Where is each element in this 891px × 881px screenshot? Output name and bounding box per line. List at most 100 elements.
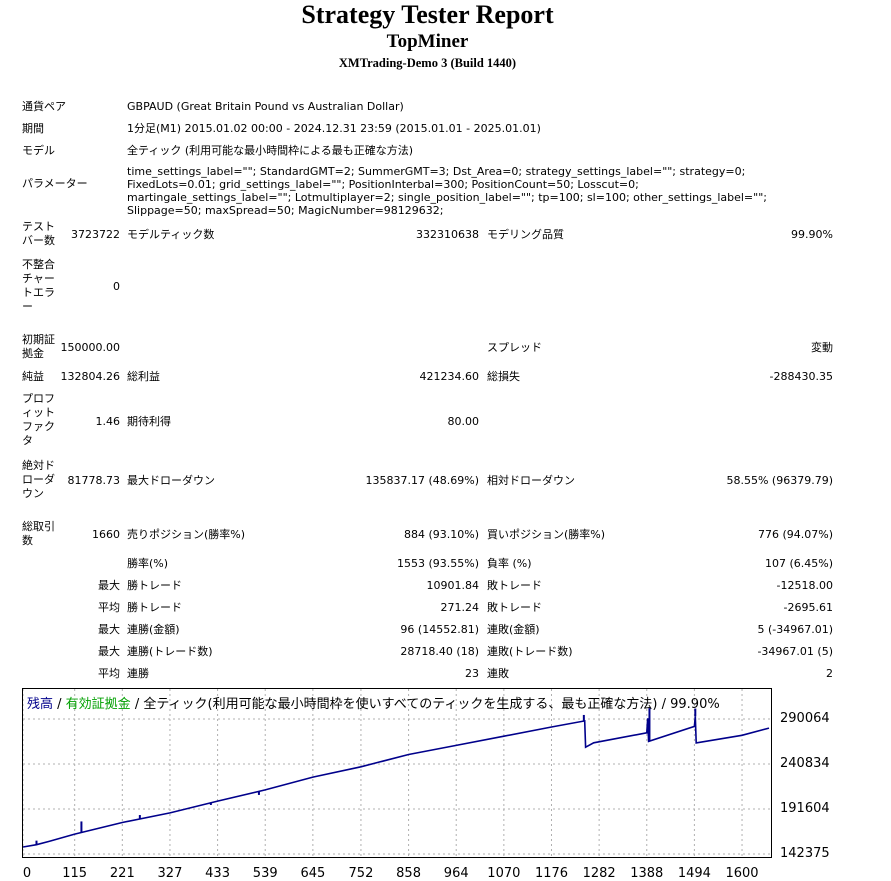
quality-label: モデリング品質 (487, 228, 564, 241)
legend-balance: 残高 (27, 697, 54, 712)
symbol-label: 通貨ペア (22, 100, 66, 113)
x-tick-label: 1176 (534, 866, 569, 881)
spread-label: スプレッド (487, 341, 542, 354)
quality-value: 99.90% (791, 228, 833, 241)
short-positions-value: 884 (93.10%) (403, 528, 479, 541)
total-trades-value: 1660 (92, 528, 120, 541)
x-tick-label: 0 (22, 866, 32, 881)
largest-win-value: 10901.84 (426, 579, 480, 592)
mismatch-value: 0 (113, 280, 120, 293)
rel-drawdown-value: 58.55% (96379.79) (726, 474, 833, 487)
symbol-value: GBPAUD (Great Britain Pound vs Australia… (127, 100, 404, 113)
y-tick-label: 142375 (780, 846, 830, 861)
expected-payoff-value: 80.00 (447, 415, 480, 428)
gross-loss-value: -288430.35 (769, 370, 833, 383)
x-tick-label: 327 (157, 866, 183, 881)
max-cons-losses-label: 連敗(金額) (487, 623, 540, 636)
y-tick-label: 290064 (780, 711, 830, 726)
max-drawdown-label: 最大ドローダウン (127, 474, 215, 487)
max-cons-loss-value: -34967.01 (5) (757, 645, 833, 658)
params-label: パラメーター (22, 177, 88, 190)
gross-profit-value: 421234.60 (419, 370, 480, 383)
server-info: XMTrading-Demo 3 (Build 1440) (338, 56, 517, 70)
net-profit-label: 純益 (22, 370, 44, 383)
params-value: time_settings_label=""; StandardGMT=2; S… (127, 165, 767, 217)
max-cons-losses-value: 5 (-34967.01) (757, 623, 833, 636)
mismatch-label: 不整合チャートエラー (22, 258, 55, 313)
deposit-value: 150000.00 (60, 341, 121, 354)
avg-loss-value: -2695.61 (783, 601, 833, 614)
max-cons-wins-value: 96 (14552.81) (400, 623, 479, 636)
max-cons-profit-value: 28718.40 (18) (400, 645, 479, 658)
legend-description: / 全ティック(利用可能な最小時間枠を使いすべてのティックを生成する、最も正確な… (130, 697, 720, 712)
x-tick-label: 752 (348, 866, 374, 881)
expert-name: TopMiner (386, 31, 469, 52)
x-tick-label: 221 (109, 866, 135, 881)
report-title: Strategy Tester Report (301, 0, 554, 29)
loss-rate-value: 107 (6.45%) (764, 557, 833, 570)
chart-legend: 残高 / 有効証拠金 / 全ティック(利用可能な最小時間枠を使いすべてのティック… (27, 693, 720, 712)
balance-chart (22, 688, 772, 858)
x-tick-label: 1282 (582, 866, 616, 881)
max-cons-loss-label: 連敗(トレード数) (487, 645, 573, 658)
abs-drawdown-label: 絶対ドローダウン (22, 459, 55, 500)
legend-separator: / (53, 697, 66, 712)
x-tick-label: 539 (252, 866, 278, 881)
total-trades-label: 総取引数 (22, 520, 55, 547)
largest-loss-label: 敗トレード (487, 579, 542, 592)
bars-label: テストバー数 (22, 220, 55, 247)
win-rate-value: 1553 (93.55%) (396, 557, 479, 570)
balance-line (22, 716, 770, 848)
long-positions-value: 776 (94.07%) (757, 528, 833, 541)
period-value: 1分足(M1) 2015.01.02 00:00 - 2024.12.31 23… (127, 122, 541, 135)
loss-rate-label: 負率 (%) (487, 557, 532, 570)
average-prefix: 平均 (98, 601, 120, 614)
win-rate-label: 勝率(%) (127, 557, 169, 570)
largest-loss-value: -12518.00 (776, 579, 833, 592)
net-profit-value: 132804.26 (60, 370, 121, 383)
model-value: 全ティック (利用可能な最小時間枠による最も正確な方法) (127, 144, 414, 157)
avg-cons-wins-label: 連勝 (127, 667, 149, 680)
expected-payoff-label: 期待利得 (127, 415, 171, 428)
spread-value: 変動 (811, 341, 833, 354)
y-tick-label: 191604 (780, 801, 830, 816)
long-positions-label: 買いポジション(勝率%) (487, 528, 606, 541)
x-tick-label: 1070 (487, 866, 521, 881)
x-tick-label: 1600 (725, 866, 759, 881)
max-cons-wins-label: 連勝(金額) (127, 623, 180, 636)
max-cons-count-prefix: 最大 (98, 645, 120, 658)
x-tick-label: 433 (205, 866, 230, 881)
balance-chart-plot (22, 689, 771, 857)
short-positions-label: 売りポジション(勝率%) (127, 528, 246, 541)
bars-value: 3723722 (71, 228, 120, 241)
period-label: 期間 (22, 122, 44, 135)
x-tick-label: 645 (300, 866, 326, 881)
avg-cons-prefix: 平均 (98, 667, 120, 680)
gross-loss-label: 総損失 (487, 370, 520, 383)
avg-cons-losses-label: 連敗 (487, 667, 509, 680)
x-tick-label: 858 (396, 866, 421, 881)
x-tick-label: 1494 (677, 866, 711, 881)
avg-win-value: 271.24 (440, 601, 480, 614)
legend-equity: 有効証拠金 (65, 697, 131, 712)
max-drawdown-value: 135837.17 (48.69%) (365, 474, 479, 487)
max-cons-profit-label: 連勝(トレード数) (127, 645, 213, 658)
avg-cons-losses-value: 2 (826, 667, 833, 680)
x-tick-label: 1388 (630, 866, 664, 881)
abs-drawdown-value: 81778.73 (67, 474, 121, 487)
profit-factor-value: 1.46 (95, 415, 121, 428)
y-tick-label: 240834 (780, 756, 830, 771)
rel-drawdown-label: 相対ドローダウン (487, 474, 575, 487)
avg-cons-wins-value: 23 (465, 667, 479, 680)
profit-factor-label: プロフィットファクタ (22, 392, 55, 447)
model-label: モデル (22, 144, 55, 157)
ticks-value: 332310638 (416, 228, 479, 241)
gross-profit-label: 総利益 (127, 370, 160, 383)
ticks-label: モデルティック数 (127, 228, 215, 241)
largest-win-label: 勝トレード (127, 579, 182, 592)
deposit-label: 初期証拠金 (22, 333, 55, 360)
x-tick-label: 115 (62, 866, 88, 881)
largest-prefix: 最大 (98, 579, 120, 592)
max-cons-prefix: 最大 (98, 623, 120, 636)
avg-win-label: 勝トレード (127, 601, 182, 614)
